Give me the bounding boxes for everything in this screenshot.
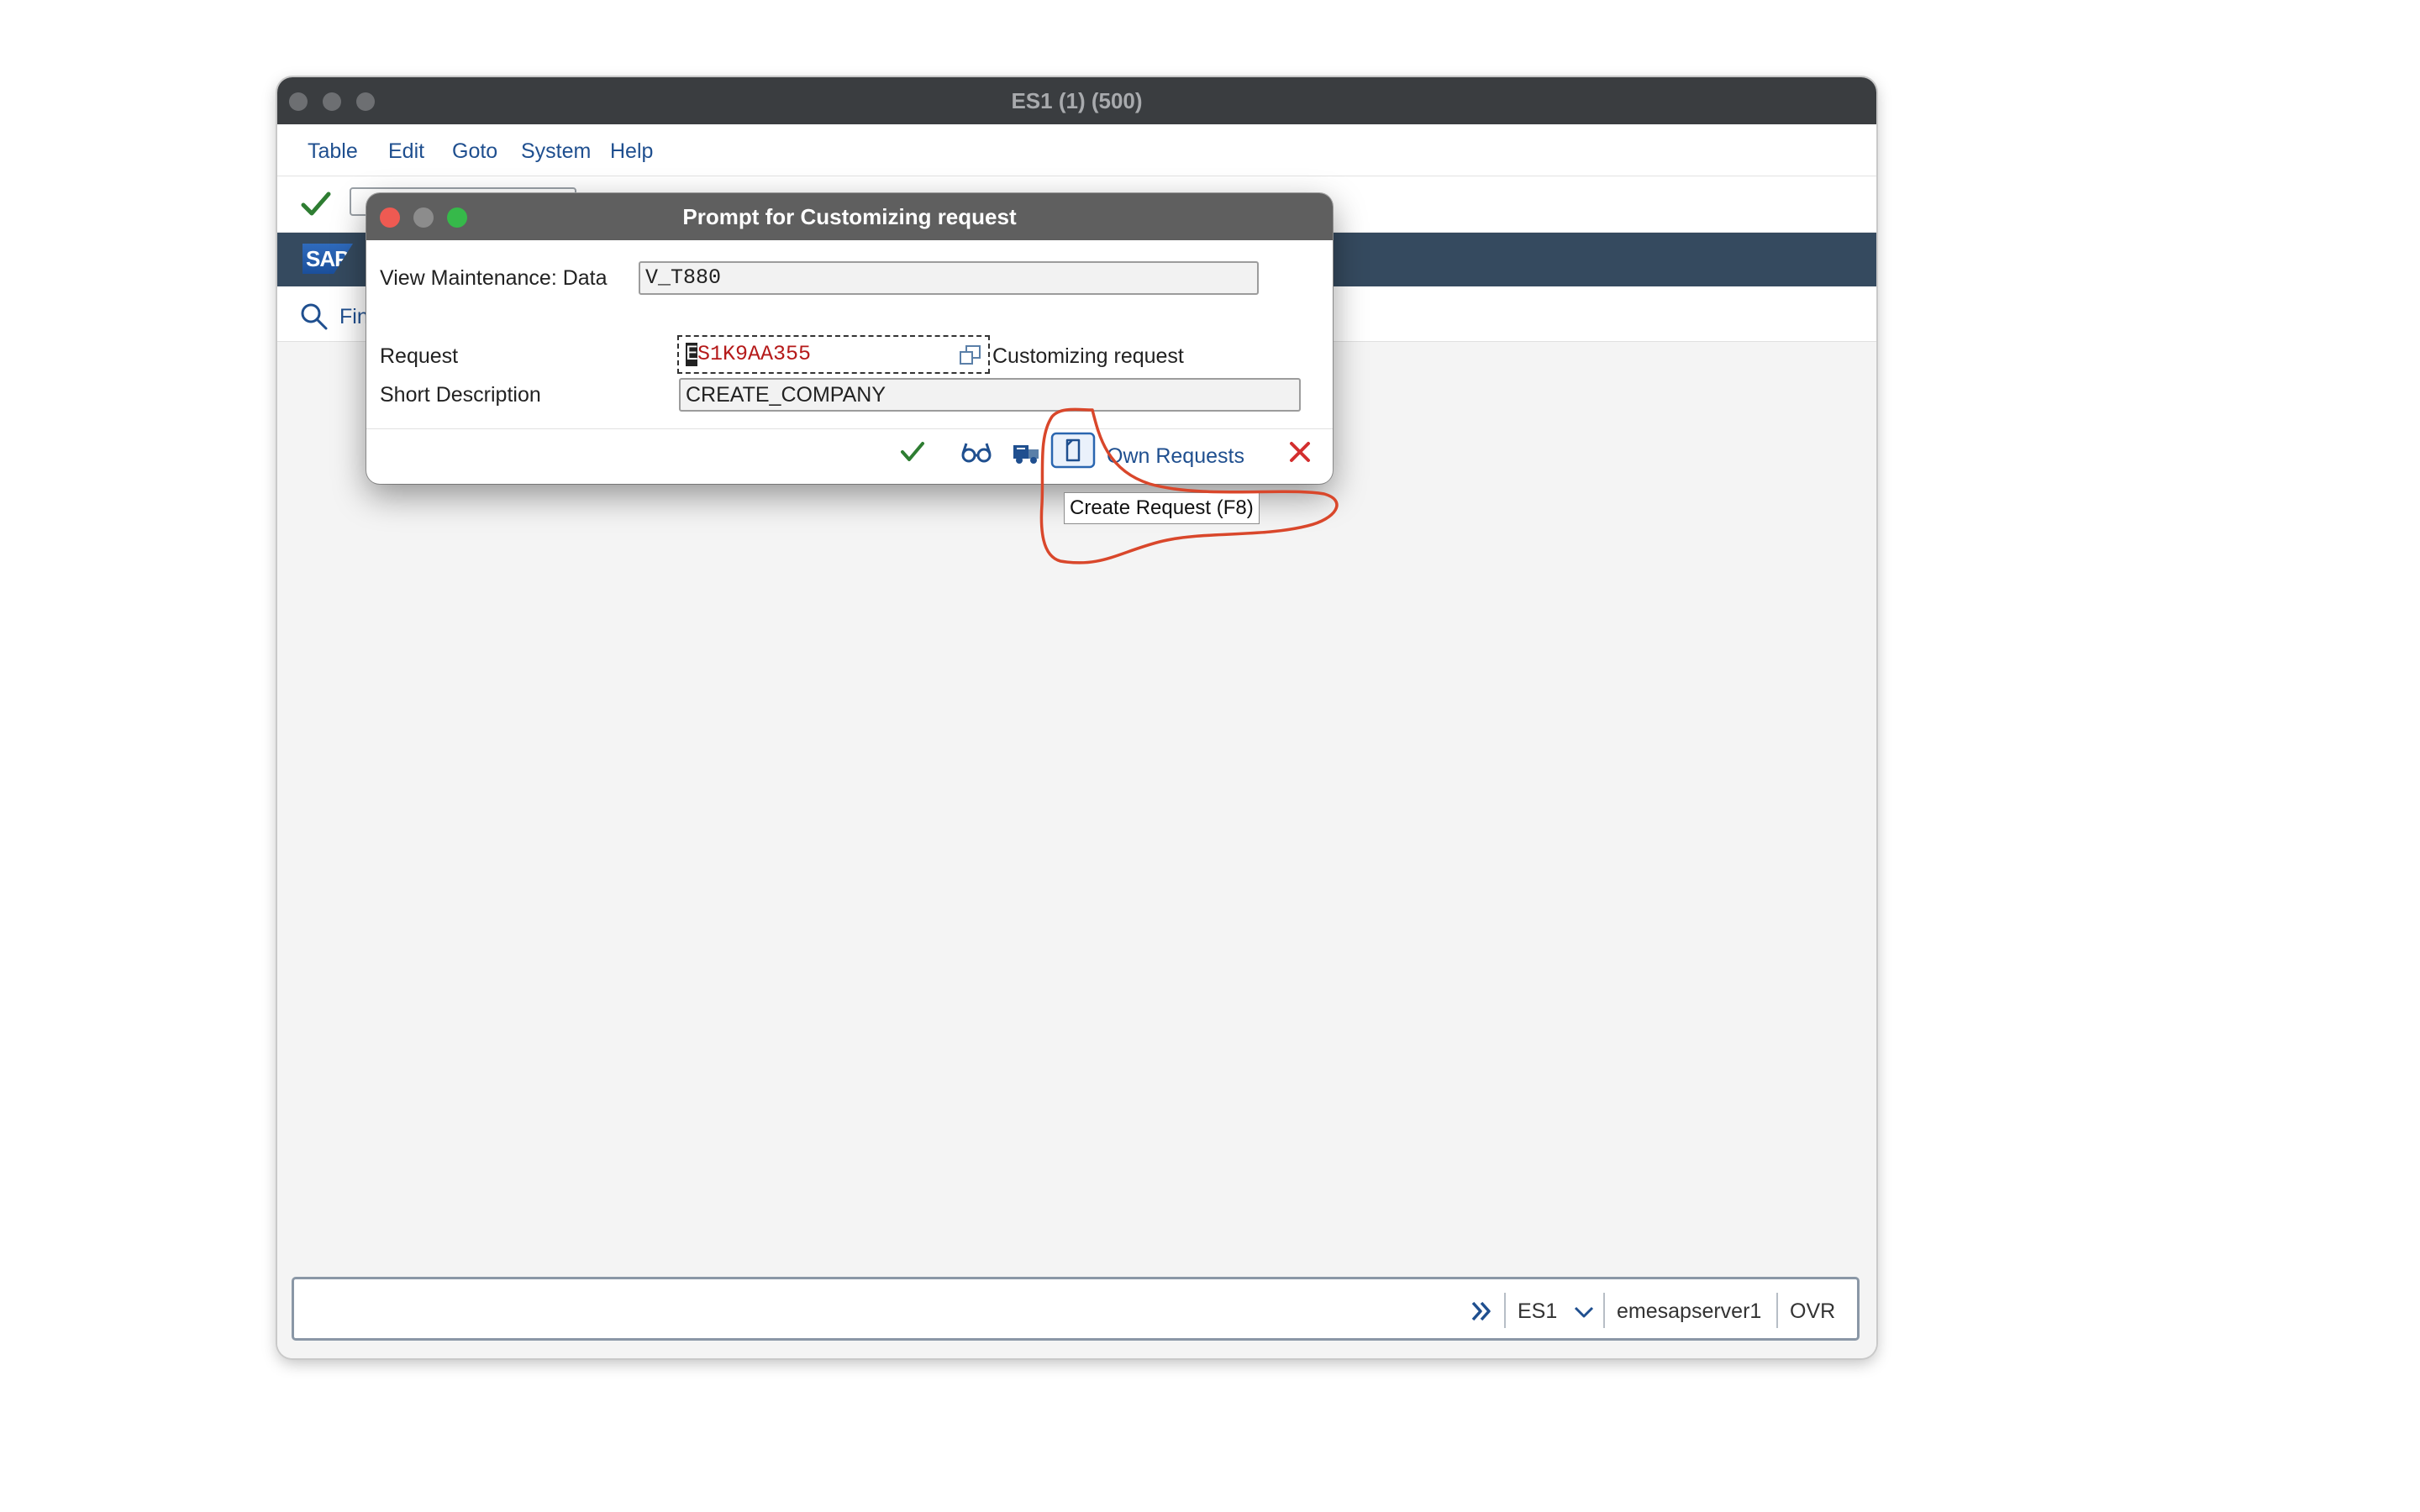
dialog-titlebar: Prompt for Customizing request: [366, 193, 1333, 240]
request-label: Request: [380, 344, 459, 368]
customizing-request-dialog: Prompt for Customizing request View Main…: [366, 193, 1333, 484]
menu-edit[interactable]: Edit: [388, 139, 424, 164]
view-maintenance-field: V_T880: [639, 261, 1259, 295]
status-separator: [1776, 1293, 1778, 1328]
menu-goto[interactable]: Goto: [452, 139, 497, 164]
request-type-text: Customizing request: [992, 344, 1184, 368]
sap-logo: SAP: [302, 244, 353, 274]
expand-chevrons-icon[interactable]: [1469, 1298, 1496, 1329]
menu-help[interactable]: Help: [610, 139, 653, 164]
menu-table[interactable]: Table: [308, 139, 358, 164]
find-button-label[interactable]: Fin: [339, 305, 369, 329]
status-bar: ES1 emesapserver1 OVR: [292, 1277, 1860, 1341]
server-name: emesapserver1: [1617, 1299, 1762, 1323]
value-help-icon[interactable]: [958, 344, 983, 370]
input-mode: OVR: [1790, 1299, 1836, 1323]
view-maintenance-label: View Maintenance: Data: [380, 266, 608, 290]
text-cursor: E: [686, 342, 699, 366]
cancel-x-icon[interactable]: [1285, 437, 1315, 471]
system-id: ES1: [1518, 1299, 1558, 1323]
create-request-tooltip: Create Request (F8): [1064, 492, 1260, 524]
request-value: S1K9AA355: [697, 342, 812, 366]
short-description-label: Short Description: [380, 383, 541, 407]
short-description-field[interactable]: CREATE_COMPANY: [679, 378, 1301, 412]
truck-icon[interactable]: [1010, 437, 1044, 471]
chevron-down-icon[interactable]: [1571, 1301, 1597, 1327]
status-separator: [1504, 1293, 1506, 1328]
check-icon[interactable]: [299, 187, 333, 225]
status-separator: [1603, 1293, 1605, 1328]
menu-system[interactable]: System: [521, 139, 591, 164]
own-requests-button[interactable]: Own Requests: [1107, 444, 1244, 469]
dialog-footer-divider: [366, 428, 1333, 429]
request-input[interactable]: E S1K9AA355: [677, 335, 990, 374]
create-request-button[interactable]: [1050, 432, 1096, 473]
window-title: ES1 (1) (500): [1011, 88, 1143, 113]
search-icon[interactable]: [299, 302, 329, 336]
window-titlebar: ES1 (1) (500): [277, 77, 1876, 124]
glasses-icon[interactable]: [960, 437, 993, 471]
dialog-title: Prompt for Customizing request: [682, 204, 1017, 229]
menu-bar: Table Edit Goto System Help: [277, 124, 1876, 176]
continue-check-icon[interactable]: [897, 437, 928, 471]
